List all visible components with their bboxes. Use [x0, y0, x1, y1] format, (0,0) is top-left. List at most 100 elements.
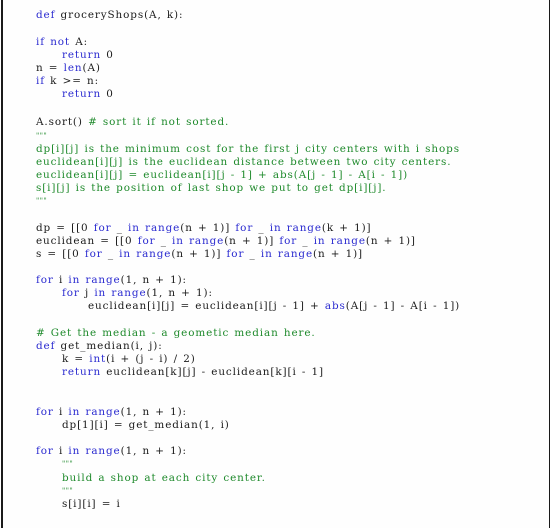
code-line: # Get the median - a geometic median her… — [36, 327, 316, 340]
code-line: for i in range(1, n + 1): — [36, 406, 187, 419]
code-text: (n + 1)] — [313, 248, 364, 260]
code-line: A.sort() # sort it if not sorted. — [36, 116, 229, 129]
code-text: (1, n + 1): — [120, 274, 187, 286]
code-line: return euclidean[k][j] - euclidean[k][i … — [62, 366, 324, 379]
code-text: i — [53, 274, 69, 286]
code-keyword: in — [313, 235, 326, 247]
code-keyword: len — [63, 62, 83, 74]
code-keyword: range — [145, 222, 181, 234]
code-keyword: abs — [324, 300, 346, 312]
code-text: _ — [297, 235, 314, 247]
code-text: get_median(i, j): — [55, 340, 163, 352]
code-comment: euclidean[i][j] = euclidean[i][j - 1] + … — [36, 169, 409, 181]
code-text: _ — [244, 248, 261, 260]
code-keyword: for — [84, 248, 103, 260]
code-text: (n + 1)] — [180, 222, 236, 234]
code-text: 0 — [101, 88, 114, 100]
code-text: i — [53, 445, 69, 457]
code-text: euclidean = [[0 — [36, 235, 138, 247]
code-keyword: range — [85, 445, 121, 457]
code-keyword: in — [68, 406, 81, 418]
code-keyword: range — [330, 235, 366, 247]
code-comment: dp[i][j] is the minimum cost for the fir… — [36, 143, 460, 155]
code-text: (n + 1)] — [365, 235, 416, 247]
code-text: _ — [253, 222, 270, 234]
code-line: n = len(A) — [36, 62, 101, 75]
code-keyword: range — [277, 248, 314, 260]
code-keyword: for — [137, 235, 156, 247]
code-comment: # sort it if not sorted. — [88, 116, 230, 128]
code-line: s = [[0 for _ in range(n + 1)] for _ in … — [36, 248, 363, 261]
code-keyword: in — [260, 248, 273, 260]
code-line: return 0 — [62, 88, 114, 101]
code-keyword: int — [89, 353, 107, 365]
code-comment: euclidean[i][j] is the euclidean distanc… — [36, 156, 452, 168]
code-keyword: range — [85, 406, 121, 418]
code-keyword: in — [128, 222, 140, 234]
code-text: k >= n: — [44, 75, 99, 87]
code-text: s[i][i] = i — [62, 498, 121, 510]
code-text: euclidean[k][j] - euclidean[k][i - 1] — [101, 366, 324, 378]
code-line: dp[1][i] = get_median(1, i) — [62, 419, 230, 432]
code-line: s[i][j] is the position of last shop we … — [36, 182, 387, 195]
code-text: 0 — [101, 49, 114, 61]
code-keyword: in — [269, 222, 282, 234]
code-line: """ — [62, 484, 73, 497]
code-keyword: def — [36, 9, 56, 21]
code-keyword: range — [189, 235, 225, 247]
code-keyword: in — [119, 248, 131, 260]
code-keyword: def — [36, 340, 56, 352]
code-keyword: for — [36, 274, 54, 286]
code-text: i — [53, 406, 69, 418]
code-comment: # Get the median - a geometic median her… — [36, 327, 316, 339]
code-keyword: for — [235, 222, 254, 234]
code-text: dp = [[0 — [36, 222, 94, 234]
code-keyword: in — [94, 287, 107, 299]
code-comment: """ — [62, 487, 74, 495]
code-text: _ — [102, 248, 120, 260]
code-text: dp[1][i] = get_median(1, i) — [62, 419, 230, 431]
code-line: for i in range(1, n + 1): — [36, 274, 187, 287]
code-keyword: for — [36, 406, 54, 418]
code-keyword: for — [36, 445, 54, 457]
code-line: k = int(i + (j - i) / 2) — [62, 353, 196, 366]
code-line: if k >= n: — [36, 75, 99, 88]
code-keyword: for — [62, 287, 80, 299]
code-text: (A) — [82, 62, 101, 74]
code-line: """ — [36, 194, 47, 207]
code-keyword: range — [111, 287, 147, 299]
code-line: """ — [62, 457, 73, 470]
code-line: if not A: — [36, 36, 88, 49]
code-line: dp[i][j] is the minimum cost for the fir… — [36, 143, 460, 156]
code-text: k = — [62, 353, 90, 365]
code-line: dp = [[0 for _ in range(n + 1)] for _ in… — [36, 222, 372, 235]
code-line: return 0 — [62, 49, 114, 62]
code-line: def groceryShops(A, k): — [36, 9, 183, 22]
code-line: """ — [36, 129, 47, 142]
code-comment: s[i][j] is the position of last shop we … — [36, 182, 387, 194]
code-line: build a shop at each city center. — [62, 472, 266, 485]
code-page-frame: def groceryShops(A, k): if not A: return 0… — [1, 0, 550, 528]
code-keyword: for — [93, 222, 112, 234]
code-keyword: not — [50, 36, 71, 48]
code-text: (1, n + 1): — [146, 287, 213, 299]
code-comment: build a shop at each city center. — [62, 472, 266, 484]
code-keyword: in — [172, 235, 184, 247]
code-comment: """ — [36, 197, 48, 205]
code-line: euclidean[i][j] = euclidean[i][j - 1] + … — [36, 169, 408, 182]
code-text: A: — [70, 36, 89, 48]
code-comment: """ — [36, 132, 48, 140]
code-keyword: return — [62, 88, 102, 100]
code-text: groceryShops(A, k): — [55, 9, 184, 21]
code-keyword: if — [36, 36, 45, 48]
code-text: (A[j - 1] - A[i - 1]) — [345, 300, 461, 312]
code-text: euclidean[i][j] = euclidean[i][j - 1] + — [88, 300, 325, 312]
code-text: _ — [155, 235, 173, 247]
code-keyword: for — [226, 248, 245, 260]
code-line: s[i][i] = i — [62, 498, 121, 511]
code-text: (i + (j - i) / 2) — [106, 353, 196, 365]
code-keyword: if — [36, 75, 45, 87]
code-line: for i in range(1, n + 1): — [36, 445, 187, 458]
code-line: euclidean = [[0 for _ in range(n + 1)] f… — [36, 235, 416, 248]
code-line: euclidean[i][j] is the euclidean distanc… — [36, 156, 451, 169]
